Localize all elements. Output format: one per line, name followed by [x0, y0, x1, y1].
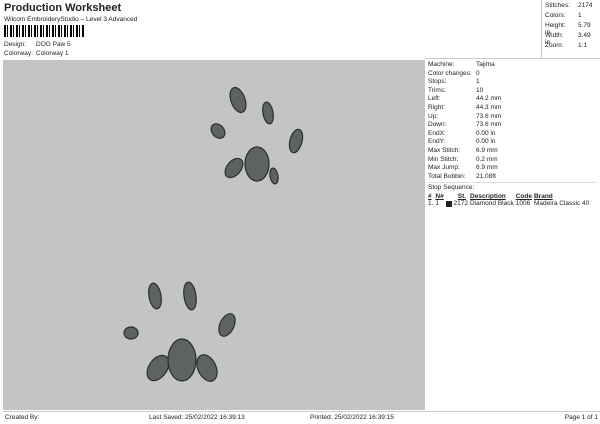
detail-row: EndX: 0.00 in: [428, 130, 597, 139]
design-preview: [3, 60, 425, 410]
cell: Diamond Black: [470, 200, 514, 208]
stitch-count: 2172: [453, 200, 469, 208]
detail-value: 73.6 mm: [476, 112, 502, 120]
stat-row: Height: 5.79 in: [545, 22, 597, 36]
detail-label: Stops:: [428, 78, 447, 86]
detail-row: Down: 73.6 mm: [428, 121, 597, 130]
detail-value: 0.00 in: [476, 129, 496, 137]
detail-label: Machine:: [428, 61, 455, 68]
detail-label: Trims:: [428, 86, 446, 94]
printed-date: Printed: 25/02/2022 16:39:15: [310, 414, 394, 421]
detail-value: Tajima: [476, 61, 495, 68]
colorway-value: Colorway 1: [36, 50, 69, 57]
detail-value: 6.9 mm: [476, 146, 498, 154]
col-header: Code: [515, 193, 532, 201]
stat-label: Width:: [545, 32, 564, 39]
detail-label: EndX:: [428, 129, 446, 137]
colorway-row: Colorway: Colorway 1: [4, 50, 69, 57]
stat-label: Colors:: [545, 12, 566, 19]
detail-row: Color changes: 0: [428, 70, 597, 79]
last-saved: Last Saved: 25/02/2022 16:39:13: [149, 414, 245, 421]
detail-value: 21.08ft: [476, 172, 496, 180]
stat-value: 2174: [578, 2, 593, 9]
detail-value: 73.6 mm: [476, 121, 502, 129]
stop-sequence-label: Stop Sequence:: [428, 184, 475, 192]
detail-row: Left: 44.2 mm: [428, 95, 597, 104]
stat-row: Zoom: 1:1: [545, 42, 597, 52]
detail-label: EndY:: [428, 138, 446, 146]
col-header: St.: [457, 193, 467, 201]
col-header: Brand: [533, 193, 553, 201]
detail-row: Up: 73.6 mm: [428, 113, 597, 122]
detail-row: Stops: 1: [428, 78, 597, 87]
stat-label: Zoom:: [545, 42, 564, 49]
detail-row: Total Bobbin: 21.08ft: [428, 173, 597, 182]
detail-label: Max Jump:: [428, 164, 460, 172]
machine-details-panel: Machine: Tajima Color changes: 0 Stops: 1 Trim…: [425, 58, 600, 410]
detail-row: Min Stitch: 0.2 mm: [428, 156, 597, 165]
stat-label: Height:: [545, 22, 566, 29]
detail-value: 1: [476, 78, 480, 86]
summary-stats: Stitches: 2174 Colors: 1 Height: 5.79 in Wi…: [541, 0, 600, 58]
page-title: Production Worksheet: [4, 2, 122, 14]
design-label: Design:: [4, 41, 27, 48]
footer: Created By: Last Saved: 25/02/2022 16:39…: [3, 411, 600, 424]
table-header: # N# St. Description Code Brand: [428, 193, 591, 200]
detail-value: 0.00 in: [476, 138, 496, 146]
stat-label: Stitches:: [545, 2, 570, 9]
created-by: Created By:: [5, 414, 40, 421]
detail-value: 6.9 mm: [476, 164, 498, 172]
detail-row: Trims: 10: [428, 87, 597, 96]
stat-value: 1:1: [578, 42, 588, 49]
stat-row: Colors: 1: [545, 12, 597, 22]
detail-value: 44.3 mm: [476, 103, 502, 111]
detail-value: 0.2 mm: [476, 155, 498, 163]
detail-label: Max Stitch:: [428, 146, 461, 154]
detail-label: Total Bobbin:: [428, 172, 466, 180]
page-number: Page 1 of 1: [564, 414, 598, 421]
barcode: [4, 25, 84, 37]
stop-sequence-table: # N# St. Description Code Brand 1. 1 217…: [428, 193, 591, 207]
col-header: Description: [470, 193, 506, 201]
cell: Madeira Classic 40: [533, 200, 590, 208]
col-header: #: [428, 193, 432, 201]
detail-label: Right:: [428, 103, 445, 111]
detail-label: Left:: [428, 95, 441, 103]
software-name: Wilcom EmbroideryStudio – Level 3 Advanc…: [4, 16, 138, 23]
colorway-label: Colorway:: [4, 50, 33, 57]
detail-label: Color changes:: [428, 69, 472, 77]
detail-row: Machine: Tajima: [428, 61, 597, 70]
detail-row: Max Jump: 6.9 mm: [428, 164, 597, 173]
stat-row: Width: 3.49 in: [545, 32, 597, 46]
cell: 1: [435, 200, 440, 208]
detail-row: Right: 44.3 mm: [428, 104, 597, 113]
detail-row: EndY: 0.00 in: [428, 138, 597, 147]
paw-prints-image: [123, 86, 304, 382]
detail-value: 10: [476, 86, 484, 94]
color-swatch: [445, 200, 452, 207]
detail-value: 44.2 mm: [476, 95, 502, 103]
detail-value: 0: [476, 69, 480, 77]
detail-label: Up:: [428, 112, 439, 120]
detail-label: Down:: [428, 121, 447, 129]
stat-value: 1: [578, 12, 582, 19]
detail-label: Min Stitch:: [428, 155, 459, 163]
cell: 2172: [445, 200, 470, 208]
detail-row: Max Stitch: 6.9 mm: [428, 147, 597, 156]
stop-sequence: Stop Sequence: # N# St. Description Code…: [428, 182, 597, 207]
col-header: N#: [435, 193, 444, 201]
cell: 1.: [428, 200, 434, 208]
cell: 1006: [515, 200, 531, 208]
table-row: 1. 1 2172 Diamond Black 1006 Madeira Cla…: [428, 200, 591, 207]
design-value: DOG Paw 5: [36, 41, 71, 48]
stat-row: Stitches: 2174: [545, 2, 597, 12]
design-row: Design: DOG Paw 5: [4, 41, 71, 48]
